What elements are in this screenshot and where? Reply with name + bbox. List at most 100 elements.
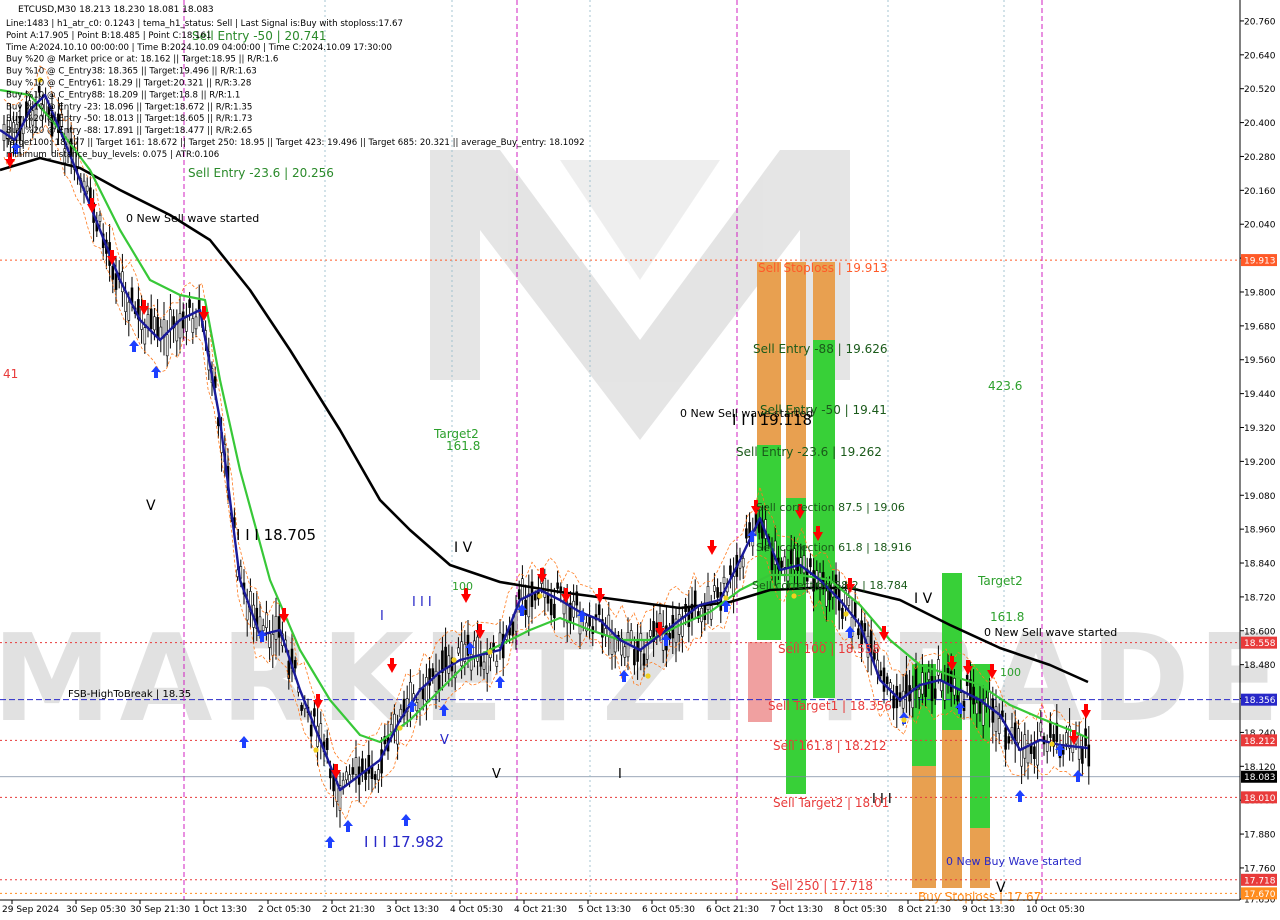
candle-body [169,309,172,330]
candle-body [825,590,828,607]
y-tick-label: 19.200 [1244,458,1276,468]
info-line: Buy %10 @ C_Entry88: 18.209 || Target:18… [6,90,240,100]
candle-body [930,676,934,702]
candle-body [549,598,553,616]
candle-body [745,528,748,539]
candle-body [460,641,463,667]
chart-annotation: Sell 100 | 18.558 [778,642,880,656]
signal-star-icon [645,673,651,679]
candle-body [431,668,435,678]
x-tick-label: 8 Oct 05:30 [834,905,887,915]
candle-body [313,708,316,717]
candle-body [556,582,559,589]
candle-body [345,771,348,781]
candle-body [1033,746,1036,760]
x-tick-label: 5 Oct 13:30 [578,905,631,915]
candle-body [780,560,783,568]
candle-body [901,690,905,709]
chart-annotation: Sell 250 | 17.718 [771,879,873,893]
info-line: Buy %20 @ Entry -50: 18.013 || Target:18… [6,114,252,124]
chart-annotation: Sell 161.8 | 18.212 [773,739,887,753]
candle-body [857,628,860,636]
info-line: Target100: 18.477 || Target 161: 18.672 … [5,138,585,148]
info-line: Buy %20 @ Market price or at: 18.162 || … [6,55,278,65]
candle-body [917,689,921,698]
candle-body [607,614,611,637]
chart-annotation: I I I [872,792,892,807]
chart-annotation: Sell Entry -50 | 20.741 [192,29,326,43]
candle-body [437,674,441,691]
x-tick-label: 3 Oct 13:30 [386,905,439,915]
y-tick-label: 19.320 [1244,424,1276,434]
candle-body [927,671,931,680]
candle-body [642,653,646,666]
price-tag-label: 18.083 [1244,773,1276,783]
x-tick-label: 4 Oct 21:30 [514,905,567,915]
candle-body [1017,728,1020,744]
candle-body [1039,722,1043,733]
candle-body [258,616,262,632]
candle-body [143,327,147,345]
candle-body [351,767,355,775]
candle-body [188,299,191,308]
candle-body [879,670,883,677]
price-tag-label: 18.356 [1244,696,1276,706]
x-tick-label: 6 Oct 21:30 [706,905,759,915]
x-tick-label: 2 Oct 05:30 [258,905,311,915]
candle-body [841,607,844,619]
candle-body [447,655,451,674]
chart-annotation: Sell Entry -88 | 19.626 [753,342,887,356]
x-tick-label: 30 Sep 05:30 [66,905,126,915]
y-tick-label: 20.400 [1244,119,1276,129]
chart-annotation: I I I 18.705 [236,526,316,544]
buy-zone-orange-1 [912,766,936,888]
candle-body [425,677,428,702]
candle-body [191,318,195,333]
candle-body [524,599,527,615]
y-tick-label: 19.680 [1244,322,1276,332]
chart-annotation: V [996,880,1006,896]
price-chart[interactable]: MARKETZI TRADE Sell Entry -50 | 20.741Se… [0,0,1280,920]
candle-body [521,578,524,600]
candle-body [274,615,278,640]
info-line: Buy %20 @ Entry -88: 17.891 || Target:18… [6,126,252,136]
candle-body [325,738,329,751]
candle-body [265,612,268,628]
candle-body [722,576,726,584]
price-tag-label: 18.010 [1244,794,1276,804]
x-tick-label: 4 Oct 05:30 [450,905,503,915]
y-tick-label: 17.880 [1244,831,1276,841]
chart-annotation: I I I 17.982 [364,833,444,851]
candle-body [293,660,297,669]
signal-star-icon [1049,741,1055,747]
candle-body [889,682,892,689]
candle-body [373,774,377,780]
info-line: Buy %10 @ C_Entry61: 18.29 || Target:20.… [6,79,251,89]
chart-annotation: Sell Entry -23.6 | 20.256 [188,166,334,180]
candle-body [975,702,979,715]
candle-body [633,649,636,666]
candle-body [885,676,889,685]
candle-body [802,555,806,574]
candle-body [479,655,483,667]
candle-body [636,640,639,662]
price-tag-label: 18.212 [1244,737,1276,747]
y-tick-label: 20.520 [1244,85,1276,95]
candle-body [783,556,787,568]
candle-body [543,578,547,598]
y-tick-label: 18.600 [1244,627,1276,637]
chart-annotation: 41 [3,367,18,381]
candle-body [194,316,198,330]
candle-body [111,265,115,280]
candle-body [882,667,886,692]
candle-body [271,634,275,656]
candle-body [713,585,716,592]
x-tick-label: 6 Oct 05:30 [642,905,695,915]
chart-annotation: I [618,767,622,782]
chart-annotation: Sell Entry -23.6 | 19.262 [736,445,882,459]
x-tick-label: 2 Oct 21:30 [322,905,375,915]
x-tick-label: 1 Oct 13:30 [194,905,247,915]
candle-body [645,644,649,660]
y-tick-label: 20.640 [1244,51,1276,61]
y-tick-label: 19.800 [1244,288,1276,298]
